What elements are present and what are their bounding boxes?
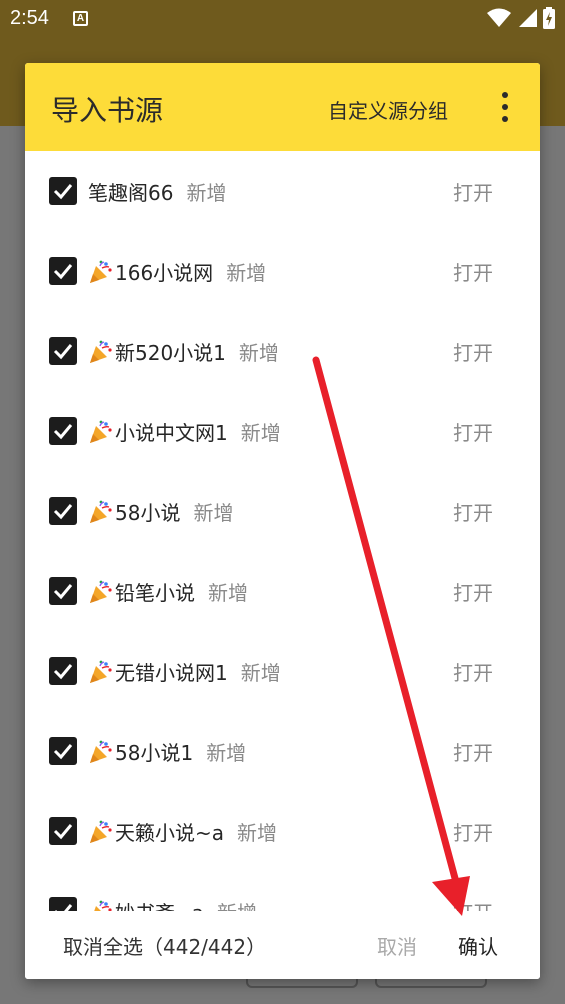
source-status-tag: 新增 xyxy=(206,741,247,765)
deselect-all-button[interactable]: 取消全选（442/442） xyxy=(63,931,266,960)
party-popper-icon xyxy=(88,339,114,365)
source-name-text: 天籁小说~a xyxy=(115,821,225,845)
checkbox[interactable] xyxy=(49,337,77,365)
signal-icon xyxy=(519,9,537,27)
status-bar: 2:54 A xyxy=(0,0,565,40)
wifi-icon xyxy=(487,8,511,27)
source-list-item[interactable]: 无错小说网1 新增 打开 xyxy=(25,631,540,711)
check-icon xyxy=(55,904,73,911)
source-list-item[interactable]: 天籁小说~a 新增 打开 xyxy=(25,791,540,871)
party-popper-icon xyxy=(88,579,114,605)
open-button[interactable]: 打开 xyxy=(453,177,493,206)
party-popper-icon xyxy=(88,259,114,285)
open-button[interactable]: 打开 xyxy=(453,817,493,846)
source-list-item[interactable]: 58小说1 新增 打开 xyxy=(25,711,540,791)
checkbox[interactable] xyxy=(49,577,77,605)
dialog-title: 导入书源 xyxy=(51,94,164,127)
import-source-dialog: 导入书源 自定义源分组 笔趣阁66 新增 打开 166小说网 新增 打开 新52… xyxy=(25,63,540,979)
check-icon xyxy=(53,824,73,840)
source-name: 妙书斋~a 新增 xyxy=(88,897,257,911)
checkbox[interactable] xyxy=(49,257,77,285)
source-status-tag: 新增 xyxy=(186,181,227,205)
source-name: 无错小说网1 新增 xyxy=(88,657,281,686)
source-list-item[interactable]: 小说中文网1 新增 打开 xyxy=(25,391,540,471)
source-name: 58小说1 新增 xyxy=(88,737,246,766)
source-name-text: 166小说网 xyxy=(115,261,214,285)
open-button[interactable]: 打开 xyxy=(453,737,493,766)
confirm-button[interactable]: 确认 xyxy=(458,931,498,960)
open-button[interactable]: 打开 xyxy=(453,497,493,526)
source-status-tag: 新增 xyxy=(226,261,267,285)
party-popper-icon xyxy=(88,739,114,765)
checkbox[interactable] xyxy=(49,737,77,765)
battery-charging-icon xyxy=(543,7,555,29)
source-status-tag: 新增 xyxy=(240,661,281,685)
source-name-text: 铅笔小说 xyxy=(115,581,195,605)
cancel-button[interactable]: 取消 xyxy=(377,931,417,960)
checkbox[interactable] xyxy=(49,657,77,685)
status-icons xyxy=(487,7,555,29)
check-icon xyxy=(53,424,73,440)
source-status-tag: 新增 xyxy=(193,501,234,525)
source-name-text: 妙书斋~a xyxy=(115,897,204,911)
party-popper-icon xyxy=(88,899,114,911)
source-name-text: 58小说 xyxy=(115,501,181,525)
open-button[interactable]: 打开 xyxy=(453,257,493,286)
source-status-tag: 新增 xyxy=(237,821,278,845)
source-list-item[interactable]: 铅笔小说 新增 打开 xyxy=(25,551,540,631)
source-name-text: 58小说1 xyxy=(115,741,194,765)
source-list-item[interactable]: 妙书斋~a 新增 打开 xyxy=(25,871,540,911)
source-name: 58小说 新增 xyxy=(88,497,233,526)
open-button[interactable]: 打开 xyxy=(453,337,493,366)
checkbox[interactable] xyxy=(49,897,77,911)
check-icon xyxy=(53,264,73,280)
source-name: 天籁小说~a 新增 xyxy=(88,817,277,846)
check-icon xyxy=(53,504,73,520)
dialog-header: 导入书源 自定义源分组 xyxy=(25,63,540,151)
status-time: 2:54 xyxy=(10,7,49,29)
open-button[interactable]: 打开 xyxy=(453,897,493,911)
party-popper-icon xyxy=(88,819,114,845)
source-list[interactable]: 笔趣阁66 新增 打开 166小说网 新增 打开 新520小说1 新增 打开 小… xyxy=(25,151,540,911)
source-status-tag: 新增 xyxy=(240,421,281,445)
check-icon xyxy=(53,744,73,760)
source-name-text: 小说中文网1 xyxy=(115,421,228,445)
source-name-text: 新520小说1 xyxy=(115,341,226,365)
party-popper-icon xyxy=(88,419,114,445)
source-list-item[interactable]: 笔趣阁66 新增 打开 xyxy=(25,151,540,231)
checkbox[interactable] xyxy=(49,817,77,845)
check-icon xyxy=(53,344,73,360)
source-name-text: 笔趣阁66 xyxy=(88,181,174,205)
party-popper-icon xyxy=(88,659,114,685)
source-name: 新520小说1 新增 xyxy=(88,337,279,366)
source-name: 小说中文网1 新增 xyxy=(88,417,281,446)
source-list-item[interactable]: 166小说网 新增 打开 xyxy=(25,231,540,311)
open-button[interactable]: 打开 xyxy=(453,657,493,686)
source-status-tag: 新增 xyxy=(217,897,257,911)
source-name: 铅笔小说 新增 xyxy=(88,577,248,606)
custom-source-group-button[interactable]: 自定义源分组 xyxy=(328,95,448,124)
checkbox[interactable] xyxy=(49,417,77,445)
source-name: 笔趣阁66 新增 xyxy=(88,177,226,206)
source-list-item[interactable]: 58小说 新增 打开 xyxy=(25,471,540,551)
more-vert-icon[interactable] xyxy=(497,92,513,122)
party-popper-icon xyxy=(88,499,114,525)
dialog-footer: 取消全选（442/442） 取消 确认 xyxy=(25,911,540,979)
check-icon xyxy=(53,584,73,600)
check-icon xyxy=(53,184,73,200)
source-name: 166小说网 新增 xyxy=(88,257,266,286)
checkbox[interactable] xyxy=(49,497,77,525)
check-icon xyxy=(53,664,73,680)
open-button[interactable]: 打开 xyxy=(453,577,493,606)
checkbox[interactable] xyxy=(49,177,77,205)
source-list-item[interactable]: 新520小说1 新增 打开 xyxy=(25,311,540,391)
source-name-text: 无错小说网1 xyxy=(115,661,228,685)
source-status-tag: 新增 xyxy=(208,581,248,605)
source-status-tag: 新增 xyxy=(238,341,279,365)
open-button[interactable]: 打开 xyxy=(453,417,493,446)
notification-icon: A xyxy=(73,11,88,26)
